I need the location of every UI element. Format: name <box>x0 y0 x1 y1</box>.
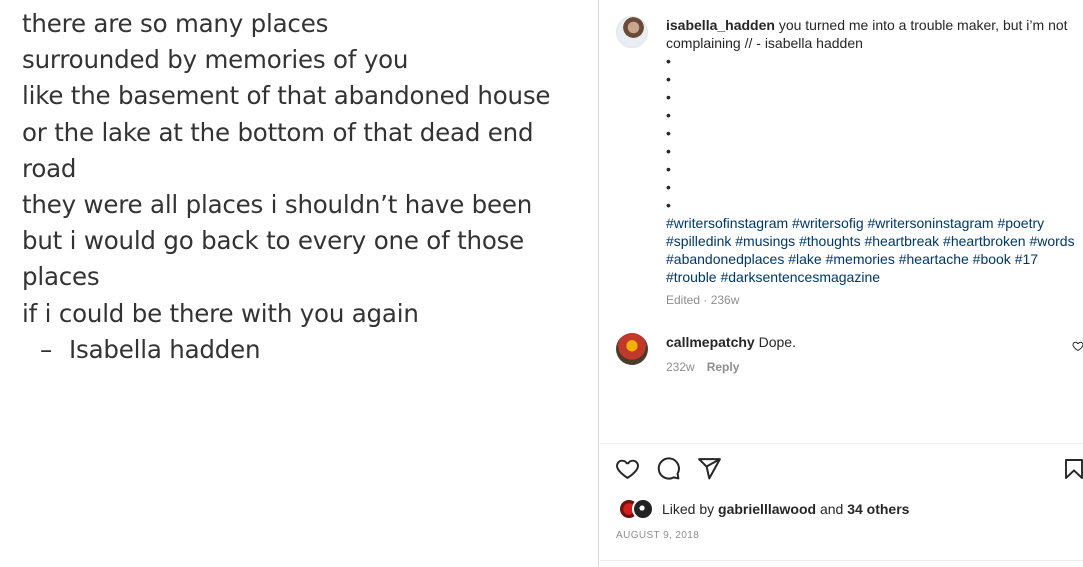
caption-meta: Edited · 236w <box>666 293 740 307</box>
bottom-divider <box>600 560 1083 561</box>
comment-age[interactable]: 232w <box>666 359 695 375</box>
poem-line: like the basement of that abandoned hous… <box>22 81 551 111</box>
bullet: • <box>666 161 671 177</box>
author-avatar[interactable] <box>616 16 648 48</box>
bullet: • <box>666 125 671 141</box>
author-username[interactable]: isabella_hadden <box>666 17 775 33</box>
bullet: • <box>666 197 671 213</box>
comment-meta: 232w Reply <box>666 359 739 375</box>
bullet: • <box>666 179 671 195</box>
caption-hashtags[interactable]: #writersofinstagram #writersofig #writer… <box>666 214 1076 286</box>
comment: callmepatchy Dope. <box>666 333 796 351</box>
likes-user[interactable]: gabrielllawood <box>718 501 816 517</box>
caption-bullets: • • • • • • • • • <box>666 52 1076 214</box>
signature-name: Isabella hadden <box>69 334 261 364</box>
bullet: • <box>666 107 671 123</box>
liker-avatars <box>618 498 654 520</box>
poem-line: places <box>22 262 100 292</box>
likes-summary: Liked by gabrielllawood and 34 others <box>618 498 909 520</box>
poem-line: if i could be there with you again <box>22 298 419 328</box>
signature-dash: – <box>40 334 53 364</box>
small-heart-icon[interactable] <box>1072 340 1083 352</box>
comment-icon[interactable] <box>656 456 681 481</box>
actions-divider <box>600 443 1083 444</box>
post-image: there are so many places surrounded by m… <box>0 0 599 567</box>
action-bar <box>615 456 722 481</box>
poem-signature: – Isabella hadden <box>22 332 582 368</box>
post-caption: isabella_hadden you turned me into a tro… <box>666 16 1076 286</box>
share-icon[interactable] <box>697 456 722 481</box>
post-details-pane: isabella_hadden you turned me into a tro… <box>600 0 1083 567</box>
likes-others[interactable]: 34 others <box>847 501 909 517</box>
commenter-avatar[interactable] <box>616 333 648 365</box>
bullet: • <box>666 53 671 69</box>
poem-line: there are so many places <box>22 9 329 38</box>
comment-username[interactable]: callmepatchy <box>666 334 755 350</box>
bullet: • <box>666 89 671 105</box>
poem-text: there are so many places surrounded by m… <box>22 6 582 368</box>
likes-text: Liked by gabrielllawood and 34 others <box>662 499 909 519</box>
heart-icon[interactable] <box>615 456 640 481</box>
poem-line: road <box>22 153 77 183</box>
poem-line: they were all places i shouldn’t have be… <box>22 190 533 220</box>
likes-prefix: Liked by <box>662 501 715 517</box>
bullet: • <box>666 143 671 159</box>
reply-button[interactable]: Reply <box>707 359 740 375</box>
likes-middle: and <box>819 501 844 517</box>
comment-text: Dope. <box>758 334 796 350</box>
bullet: • <box>666 71 671 87</box>
bookmark-icon[interactable] <box>1062 457 1083 481</box>
poem-line: surrounded by memories of you <box>22 45 409 75</box>
poem-line: or the lake at the bottom of that dead e… <box>22 117 534 147</box>
liker-avatar[interactable] <box>632 498 654 520</box>
poem-line: but i would go back to every one of thos… <box>22 226 525 256</box>
post-date[interactable]: August 9, 2018 <box>616 530 699 541</box>
